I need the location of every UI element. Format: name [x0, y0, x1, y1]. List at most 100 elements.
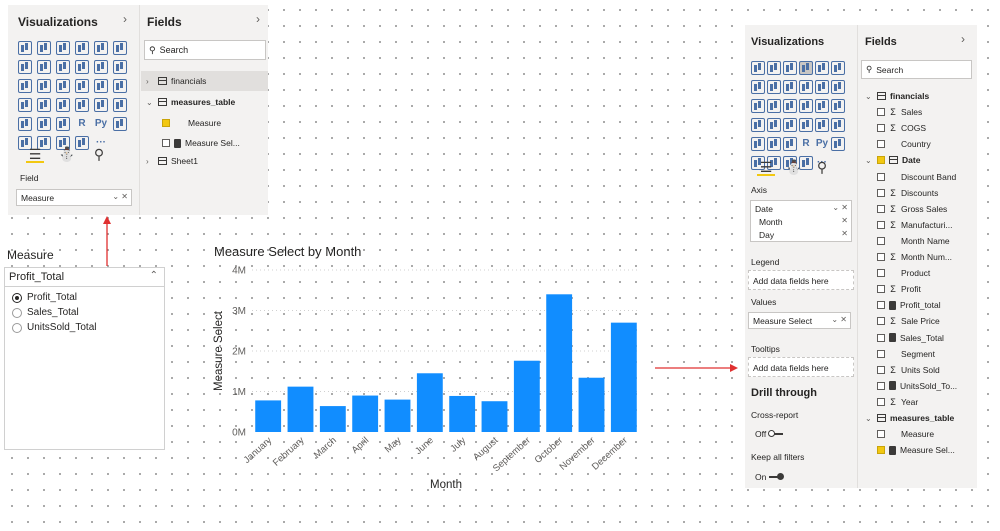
toggle-knob[interactable]: [768, 430, 776, 437]
field-row[interactable]: Measure: [877, 429, 934, 439]
field-row[interactable]: Σ COGS: [877, 123, 926, 133]
field-row[interactable]: Σ Discounts: [877, 188, 938, 198]
key-influencers-icon[interactable]: [113, 117, 127, 131]
area-chart-icon[interactable]: [37, 60, 51, 74]
analytics-magnifier-icon[interactable]: ⚲: [813, 158, 831, 176]
bar-july[interactable]: [449, 395, 476, 432]
remove-field-icon[interactable]: ⌄ ✕: [831, 315, 847, 324]
clustered-column-chart-icon[interactable]: [75, 41, 89, 55]
keep-filters-toggle[interactable]: On: [755, 472, 785, 482]
stacked-bar-chart-icon[interactable]: [751, 61, 765, 75]
clustered-bar-chart-icon[interactable]: [56, 41, 70, 55]
field-checkbox[interactable]: [877, 108, 885, 117]
remove-field-icon[interactable]: ⌄ ✕: [112, 192, 128, 201]
treemap-icon[interactable]: [113, 79, 127, 93]
matrix-icon[interactable]: [783, 137, 797, 151]
field-row[interactable]: Σ Month Num...: [877, 252, 952, 262]
collapse-fields-icon[interactable]: ›: [256, 12, 260, 26]
field-checkbox[interactable]: [162, 119, 170, 127]
remove-field-icon[interactable]: ⌄ ✕: [832, 203, 848, 212]
donut-chart-icon[interactable]: [815, 99, 829, 113]
expand-chevron-icon[interactable]: ›: [146, 77, 154, 86]
expand-chevron-icon[interactable]: ›: [146, 157, 154, 166]
100-stacked-column-icon[interactable]: [831, 61, 845, 75]
field-table-row[interactable]: ⌄ financials: [865, 91, 929, 101]
area-chart-icon[interactable]: [767, 80, 781, 94]
fields-tab-icon[interactable]: ☰: [757, 158, 775, 176]
kpi-icon[interactable]: [831, 118, 845, 132]
field-row[interactable]: Σ Sales: [877, 107, 922, 117]
bar-april[interactable]: [352, 395, 379, 432]
values-field[interactable]: Measure Select ⌄ ✕: [749, 313, 850, 326]
field-checkbox[interactable]: [877, 269, 885, 278]
remove-field-icon[interactable]: ✕: [841, 216, 848, 225]
bar-march[interactable]: [319, 406, 346, 432]
field-row[interactable]: Σ Profit: [877, 284, 921, 294]
field-checkbox[interactable]: [877, 236, 885, 245]
slicer-option[interactable]: UnitsSold_Total: [12, 322, 96, 333]
slicer-option[interactable]: Sales_Total: [12, 307, 79, 318]
bar-june[interactable]: [416, 373, 443, 432]
toggle-track[interactable]: [768, 430, 784, 437]
treemap-icon[interactable]: [831, 99, 845, 113]
cross-report-toggle[interactable]: Off: [755, 429, 784, 439]
collapse-chevron-icon[interactable]: ⌄: [865, 414, 873, 423]
format-paint-roller-icon[interactable]: ⛄: [785, 158, 803, 176]
remove-field-icon[interactable]: ✕: [841, 229, 848, 238]
stacked-bar-chart-icon[interactable]: [18, 41, 32, 55]
field-checkbox[interactable]: [877, 349, 885, 358]
map-icon[interactable]: [751, 118, 765, 132]
100-stacked-bar-icon[interactable]: [94, 41, 108, 55]
collapse-chevron-icon[interactable]: ⌄: [865, 156, 873, 165]
line-column-chart-icon[interactable]: [75, 60, 89, 74]
field-row[interactable]: Segment: [877, 349, 935, 359]
field-row[interactable]: Product: [877, 268, 930, 278]
collapse-chevron-icon[interactable]: ⌄: [146, 98, 154, 107]
toggle-track[interactable]: [769, 473, 785, 480]
field-checkbox[interactable]: [877, 430, 885, 439]
field-table-measures-table[interactable]: ⌄ measures_table: [146, 97, 235, 107]
field-checkbox[interactable]: [877, 333, 885, 342]
clustered-column-chart-icon[interactable]: [799, 61, 813, 75]
collapse-visualizations-icon[interactable]: ›: [123, 12, 127, 26]
bar-september[interactable]: [513, 360, 540, 432]
stacked-column-chart-icon[interactable]: [767, 61, 781, 75]
stacked-area-chart-icon[interactable]: [56, 60, 70, 74]
axis-field-month[interactable]: Month ✕: [751, 214, 851, 227]
axis-field-date[interactable]: Date ⌄ ✕: [751, 201, 851, 214]
field-checkbox[interactable]: [877, 397, 885, 406]
line-chart-icon[interactable]: [18, 60, 32, 74]
field-row[interactable]: Discount Band: [877, 172, 956, 182]
kpi-icon[interactable]: [113, 98, 127, 112]
field-row[interactable]: Country: [877, 139, 931, 149]
tooltips-well[interactable]: Add data fields here: [748, 357, 854, 377]
map-icon[interactable]: [18, 98, 32, 112]
field-checkbox[interactable]: [877, 156, 885, 165]
field-checkbox[interactable]: [877, 446, 885, 455]
toggle-knob[interactable]: [777, 473, 785, 480]
pie-chart-icon[interactable]: [799, 99, 813, 113]
axis-well[interactable]: Date ⌄ ✕ Month ✕ Day ✕: [750, 200, 852, 242]
field-row[interactable]: Profit_total: [877, 300, 941, 310]
python-visual-icon[interactable]: Py: [94, 117, 108, 131]
slicer-dropdown[interactable]: Profit_Total ⌃: [5, 268, 164, 287]
100-stacked-bar-icon[interactable]: [815, 61, 829, 75]
field-well-item[interactable]: Measure ⌄ ✕: [17, 190, 131, 203]
ribbon-chart-icon[interactable]: [831, 80, 845, 94]
key-influencers-icon[interactable]: [831, 137, 845, 151]
gauge-icon[interactable]: [56, 98, 70, 112]
pie-chart-icon[interactable]: [75, 79, 89, 93]
table-icon[interactable]: [767, 137, 781, 151]
field-row[interactable]: Σ Manufacturi...: [877, 220, 953, 230]
filled-map-icon[interactable]: [767, 118, 781, 132]
values-well[interactable]: Measure Select ⌄ ✕: [748, 312, 851, 329]
field-checkbox[interactable]: [877, 220, 885, 229]
scatter-chart-icon[interactable]: [783, 99, 797, 113]
fields-tab-icon[interactable]: ☰: [26, 145, 44, 163]
bar-august[interactable]: [481, 401, 508, 432]
field-table-row[interactable]: ⌄ measures_table: [865, 413, 954, 423]
analytics-magnifier-icon[interactable]: ⚲: [90, 145, 108, 163]
gauge-icon[interactable]: [783, 118, 797, 132]
slicer-option[interactable]: Profit_Total: [12, 292, 77, 303]
field-row[interactable]: Month Name: [877, 236, 950, 246]
